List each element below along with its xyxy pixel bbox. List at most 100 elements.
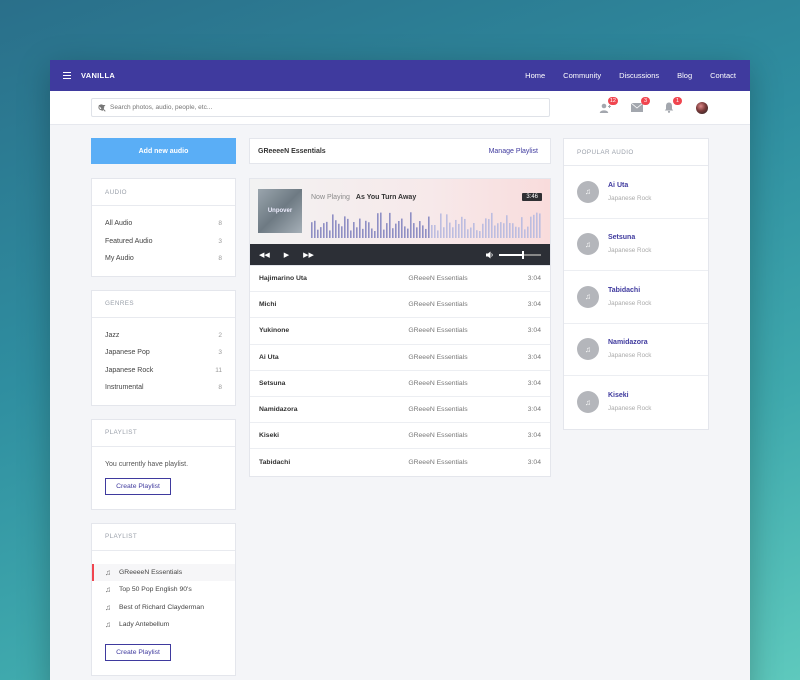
waveform-bar [431, 224, 433, 238]
playlist-item-top50[interactable]: ♫ Top 50 Pop English 90's [92, 581, 235, 599]
nav-link-contact[interactable]: Contact [710, 71, 736, 80]
waveform-bar [401, 218, 403, 238]
waveform-bar [380, 212, 382, 238]
add-new-audio-button[interactable]: Add new audio [91, 138, 236, 164]
playlist-empty-panel: PLAYLIST You currently have playlist. Cr… [91, 418, 236, 510]
top-navbar: VANILLA Home Community Discussions Blog … [50, 60, 750, 91]
waveform-bar [416, 227, 418, 238]
manage-playlist-link[interactable]: Manage Playlist [489, 148, 538, 155]
waveform-bar [362, 228, 364, 238]
track-row[interactable]: Ai Uta GReeeN Essentials 3:04 [250, 345, 550, 371]
popular-item-name[interactable]: Setsuna [608, 234, 651, 241]
audio-item-my[interactable]: My Audio 8 [105, 250, 222, 268]
app-window: VANILLA Home Community Discussions Blog … [50, 60, 750, 680]
nav-link-community[interactable]: Community [563, 71, 601, 80]
track-time: 3:04 [527, 353, 541, 361]
nav-link-discussions[interactable]: Discussions [619, 71, 659, 80]
list-item-count: 8 [218, 220, 222, 228]
track-time: 3:04 [527, 406, 541, 414]
volume-slider-handle[interactable] [522, 250, 525, 259]
volume-icon[interactable] [486, 251, 494, 259]
friends-icon[interactable]: 12 [598, 96, 618, 114]
genre-item-instrumental[interactable]: Instrumental 8 [105, 379, 222, 397]
create-playlist-button-2[interactable]: Create Playlist [105, 643, 171, 661]
waveform-bar [359, 218, 361, 238]
track-artist: GReeeN Essentials [408, 353, 468, 361]
list-item-label: All Audio [105, 220, 133, 228]
waveform-bar [473, 222, 475, 238]
playlist-title: GReeeeN Essentials [258, 147, 326, 155]
waveform[interactable] [311, 210, 543, 238]
rewind-icon[interactable]: ◀◀ [259, 251, 270, 259]
waveform-bar [320, 227, 322, 238]
waveform-bar [476, 230, 478, 238]
waveform-bar [323, 223, 325, 238]
track-row[interactable]: Yukinone GReeeN Essentials 3:04 [250, 318, 550, 345]
playlist-item-greeeeen[interactable]: ♫ GReeeeN Essentials [92, 563, 235, 581]
waveform-bar [356, 227, 358, 238]
track-row[interactable]: Setsuna GReeeN Essentials 3:04 [250, 371, 550, 397]
popular-item-name[interactable]: Namidazora [608, 339, 651, 346]
track-time: 3:04 [527, 327, 541, 335]
waveform-bar [464, 218, 466, 238]
track-name: Hajimarino Uta [259, 275, 307, 283]
track-artist: GReeeN Essentials [408, 432, 468, 440]
waveform-bar [392, 228, 394, 238]
waveform-bar [347, 218, 349, 238]
search-input[interactable] [110, 104, 510, 111]
audio-item-featured[interactable]: Featured Audio 3 [105, 233, 222, 251]
volume-slider[interactable] [499, 250, 541, 259]
nav-link-home[interactable]: Home [525, 71, 545, 80]
track-row[interactable]: Tabidachi GReeeN Essentials 3:04 [250, 449, 550, 475]
audio-item-all[interactable]: All Audio 8 [105, 215, 222, 233]
waveform-bar [344, 216, 346, 238]
waveform-bar [491, 212, 493, 238]
waveform-bar [398, 220, 400, 238]
user-avatar[interactable] [696, 101, 708, 114]
popular-item[interactable]: ♫ Kiseki Japanese Rock [564, 376, 708, 429]
hamburger-menu-icon[interactable] [63, 72, 71, 79]
track-row[interactable]: Hajimarino Uta GReeeN Essentials 3:04 [250, 266, 550, 293]
nav-link-blog[interactable]: Blog [677, 71, 692, 80]
waveform-bar [329, 230, 331, 238]
fast-forward-icon[interactable]: ▶▶ [303, 251, 314, 259]
music-note-icon: ♫ [577, 180, 599, 203]
waveform-bar [446, 214, 448, 238]
waveform-bar [338, 223, 340, 238]
track-row[interactable]: Kiseki GReeeN Essentials 3:04 [250, 423, 550, 450]
play-icon[interactable]: ▶ [284, 251, 289, 259]
popular-item[interactable]: ♫ Namidazora Japanese Rock [564, 324, 708, 376]
popular-item[interactable]: ♫ Ai Uta Japanese Rock [564, 166, 708, 219]
notifications-bell-icon[interactable]: 1 [662, 96, 682, 114]
track-row[interactable]: Namidazora GReeeN Essentials 3:04 [250, 397, 550, 424]
popular-item-genre: Japanese Rock [608, 299, 652, 307]
popular-item-name[interactable]: Tabidachi [608, 287, 651, 294]
waveform-bar [368, 222, 370, 238]
genre-item-jazz[interactable]: Jazz 2 [105, 327, 222, 345]
track-name: Tabidachi [259, 458, 291, 466]
genre-item-japanese-rock[interactable]: Japanese Rock 11 [105, 362, 222, 380]
popular-item[interactable]: ♫ Tabidachi Japanese Rock [564, 271, 708, 324]
track-time: 3:04 [527, 458, 541, 466]
music-note-icon: ♫ [105, 602, 111, 612]
playlist-empty-text: You currently have playlist. [105, 460, 189, 468]
genre-item-japanese-pop[interactable]: Japanese Pop 3 [105, 344, 222, 362]
waveform-bar [449, 222, 451, 238]
popular-item-genre: Japanese Rock [608, 352, 652, 360]
popular-item-name[interactable]: Kiseki [608, 392, 651, 399]
track-row[interactable]: Michi GReeeN Essentials 3:04 [250, 292, 550, 319]
create-playlist-button[interactable]: Create Playlist [105, 477, 171, 495]
messages-icon[interactable]: 3 [630, 96, 650, 114]
playlist-item-clayderman[interactable]: ♫ Best of Richard Clayderman [92, 599, 235, 617]
popular-item-genre: Japanese Rock [608, 247, 652, 255]
waveform-bar [518, 227, 520, 238]
waveform-bar [470, 227, 472, 238]
waveform-bar [512, 223, 514, 238]
playlist-item-lady-antebellum[interactable]: ♫ Lady Antebellum [92, 616, 235, 634]
music-note-icon: ♫ [577, 338, 599, 361]
popular-item[interactable]: ♫ Setsuna Japanese Rock [564, 219, 708, 271]
brand-logo[interactable]: VANILLA [81, 71, 115, 80]
popular-item-name[interactable]: Ai Uta [608, 182, 651, 189]
waveform-bar [350, 230, 352, 238]
search-box [91, 98, 550, 117]
